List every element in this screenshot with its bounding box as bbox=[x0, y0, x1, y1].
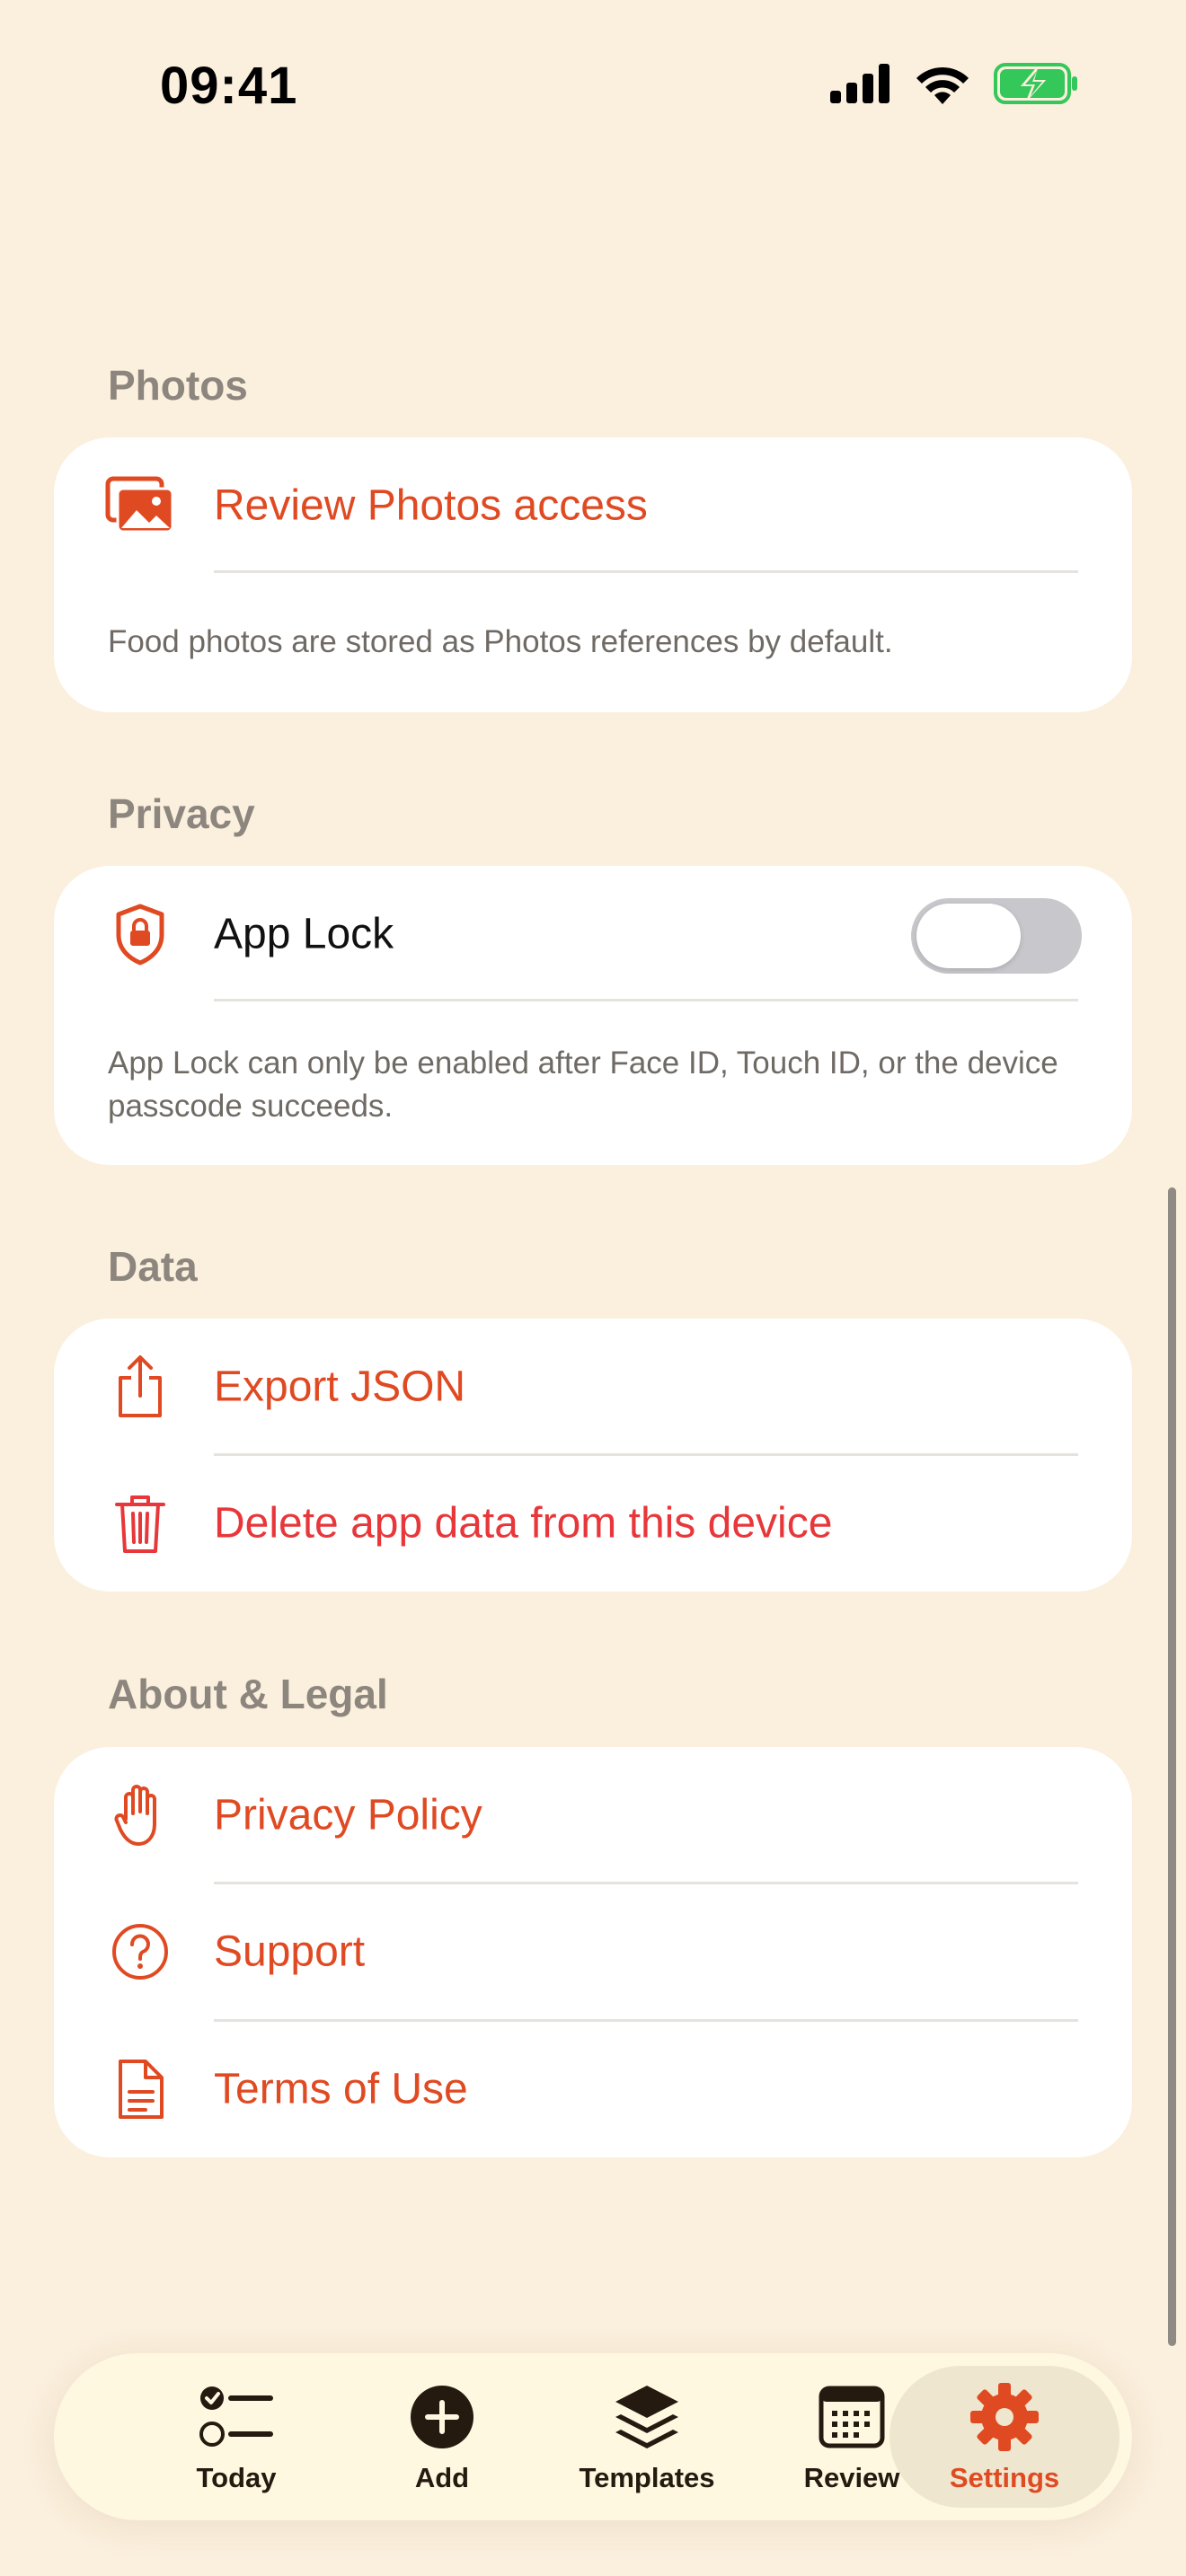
app-lock-label: App Lock bbox=[214, 910, 394, 958]
section-title-photos: Photos bbox=[108, 362, 248, 409]
terms-of-use-label: Terms of Use bbox=[214, 2065, 468, 2113]
plus-circle-icon bbox=[404, 2379, 480, 2455]
about-legal-card: Privacy Policy Support Terms of Use bbox=[54, 1747, 1132, 2157]
divider bbox=[214, 999, 1078, 1001]
battery-charging-icon bbox=[994, 63, 1077, 104]
support-row[interactable]: Support bbox=[54, 1883, 1132, 2020]
support-label: Support bbox=[214, 1928, 366, 1976]
toggle-knob bbox=[916, 904, 1021, 968]
app-lock-row: App Lock bbox=[54, 866, 1132, 1002]
review-photos-access-label: Review Photos access bbox=[214, 481, 648, 530]
tab-label: Templates bbox=[579, 2462, 715, 2493]
lock-shield-icon bbox=[104, 898, 176, 970]
tab-settings[interactable]: Settings bbox=[906, 2353, 1103, 2520]
question-circle-icon bbox=[104, 1916, 176, 1988]
tab-label: Add bbox=[414, 2462, 470, 2493]
layers-icon bbox=[609, 2379, 685, 2455]
scroll-indicator[interactable] bbox=[1168, 1187, 1176, 2346]
cellular-signal-icon bbox=[830, 64, 890, 103]
gear-icon bbox=[967, 2379, 1042, 2455]
terms-of-use-row[interactable]: Terms of Use bbox=[54, 2021, 1132, 2157]
calendar-icon bbox=[814, 2379, 890, 2455]
checklist-icon bbox=[199, 2379, 274, 2455]
section-title-privacy: Privacy bbox=[108, 790, 255, 837]
tab-label: Today bbox=[196, 2462, 277, 2493]
photos-card: Review Photos access Food photos are sto… bbox=[54, 437, 1132, 712]
share-icon bbox=[104, 1351, 176, 1423]
export-json-row[interactable]: Export JSON bbox=[54, 1319, 1132, 1455]
status-bar: 09:41 bbox=[0, 0, 1186, 171]
section-title-about-legal: About & Legal bbox=[108, 1671, 388, 1717]
review-photos-access-row[interactable]: Review Photos access bbox=[54, 437, 1132, 574]
privacy-policy-row[interactable]: Privacy Policy bbox=[54, 1747, 1132, 1883]
document-icon bbox=[104, 2053, 176, 2125]
app-lock-toggle[interactable] bbox=[911, 898, 1082, 974]
privacy-card: App Lock App Lock can only be enabled af… bbox=[54, 866, 1132, 1165]
tab-today[interactable]: Today bbox=[137, 2353, 335, 2520]
tab-bar: Today Add Templates Review Settings bbox=[54, 2353, 1132, 2520]
delete-app-data-row[interactable]: Delete app data from this device bbox=[54, 1455, 1132, 1592]
tab-label: Review bbox=[803, 2462, 900, 2493]
data-card: Export JSON Delete app data from this de… bbox=[54, 1319, 1132, 1592]
privacy-policy-label: Privacy Policy bbox=[214, 1791, 482, 1839]
status-icons bbox=[830, 63, 1078, 104]
tab-add[interactable]: Add bbox=[343, 2353, 541, 2520]
tab-label: Settings bbox=[949, 2462, 1060, 2493]
status-time: 09:41 bbox=[160, 57, 298, 115]
trash-icon bbox=[104, 1487, 176, 1559]
privacy-footnote: App Lock can only be enabled after Face … bbox=[108, 1045, 1058, 1124]
delete-app-data-label: Delete app data from this device bbox=[214, 1499, 833, 1548]
wifi-icon bbox=[916, 66, 969, 104]
photo-stack-icon bbox=[104, 470, 176, 542]
export-json-label: Export JSON bbox=[214, 1363, 466, 1411]
tab-templates[interactable]: Templates bbox=[548, 2353, 746, 2520]
raised-hand-icon bbox=[104, 1779, 176, 1851]
divider bbox=[214, 570, 1078, 573]
section-title-data: Data bbox=[108, 1243, 198, 1290]
photos-footnote: Food photos are stored as Photos referen… bbox=[108, 624, 893, 659]
